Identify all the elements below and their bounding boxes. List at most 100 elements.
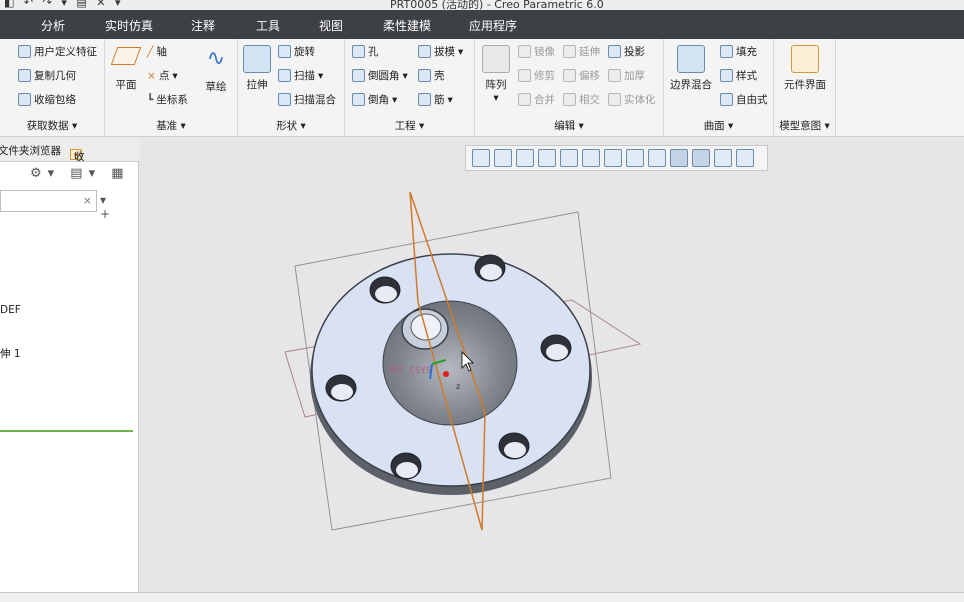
graphics-toolbar bbox=[465, 145, 768, 171]
project-icon bbox=[608, 45, 621, 58]
tab-analysis[interactable]: 分析 bbox=[41, 17, 65, 34]
trim-icon bbox=[518, 69, 531, 82]
copy-geometry-button[interactable]: 复制几何 bbox=[18, 68, 76, 83]
style-icon bbox=[720, 69, 733, 82]
saved-orientations-icon[interactable] bbox=[582, 149, 600, 167]
draft-button[interactable]: 拔模 ▾ bbox=[418, 44, 463, 59]
round-icon bbox=[352, 69, 365, 82]
csys-button[interactable]: ┗ 坐标系 bbox=[147, 92, 188, 107]
hub-dish[interactable] bbox=[382, 300, 518, 426]
plane-button[interactable]: 平面 bbox=[110, 47, 142, 92]
group-label-model-intent[interactable]: 模型意图 ▾ bbox=[774, 118, 835, 133]
view-manager-icon[interactable] bbox=[604, 149, 622, 167]
chamfer-button[interactable]: 倒角 ▾ bbox=[352, 92, 397, 107]
freestyle-button[interactable]: 自由式 bbox=[720, 92, 768, 107]
group-label-surfaces[interactable]: 曲面 ▾ bbox=[664, 118, 773, 133]
round-button[interactable]: 倒圆角 ▾ bbox=[352, 68, 408, 83]
shrinkwrap-icon bbox=[18, 93, 31, 106]
model-tree-panel: ⚙▾ ▤▾ ▦ × ▾ + DEF 伸 1 bbox=[0, 162, 139, 592]
graphics-area[interactable]: PRT_CSYS z bbox=[140, 172, 964, 592]
hole-icon bbox=[352, 45, 365, 58]
mirror-button[interactable]: 镜像 bbox=[518, 44, 555, 59]
group-label-shapes[interactable]: 形状 ▾ bbox=[238, 118, 344, 133]
model-view[interactable]: PRT_CSYS z bbox=[140, 172, 964, 592]
swept-blend-button[interactable]: 扫描混合 bbox=[278, 92, 336, 107]
tab-tools[interactable]: 工具 bbox=[256, 17, 280, 34]
offset-button[interactable]: 偏移 bbox=[563, 68, 600, 83]
tab-applications[interactable]: 应用程序 bbox=[469, 17, 517, 34]
repaint-icon[interactable] bbox=[538, 149, 556, 167]
tree-search-input[interactable]: × bbox=[0, 190, 97, 212]
project-button[interactable]: 投影 bbox=[608, 44, 645, 59]
group-label-engineering[interactable]: 工程 ▾ bbox=[345, 118, 474, 133]
point-button[interactable]: × 点 ▾ bbox=[147, 68, 178, 83]
annotation-display-icon[interactable] bbox=[714, 149, 732, 167]
tab-view[interactable]: 视图 bbox=[319, 17, 343, 34]
hole-button[interactable]: 孔 bbox=[352, 44, 379, 59]
tree-item-feature-1[interactable]: 伸 1 bbox=[0, 346, 21, 361]
style-button[interactable]: 样式 bbox=[720, 68, 757, 83]
tree-item-def[interactable]: DEF bbox=[0, 304, 21, 316]
status-bar bbox=[0, 592, 964, 602]
shrinkwrap-button[interactable]: 收缩包络 bbox=[18, 92, 76, 107]
spin-center-icon[interactable] bbox=[736, 149, 754, 167]
pattern-button[interactable]: 阵列 ▾ bbox=[481, 45, 511, 104]
group-get-data: 用户定义特征 复制几何 收缩包络 获取数据 ▾ bbox=[0, 39, 105, 137]
freestyle-icon bbox=[720, 93, 733, 106]
clear-icon[interactable]: × bbox=[83, 194, 92, 207]
boundary-blend-button[interactable]: 边界混合 bbox=[668, 45, 714, 92]
display-style-icon[interactable] bbox=[560, 149, 578, 167]
tab-live-simulation[interactable]: 实时仿真 bbox=[105, 17, 153, 34]
chamfer-icon bbox=[352, 93, 365, 106]
component-interface-button[interactable]: 元件界面 bbox=[778, 45, 832, 92]
rib-button[interactable]: 筋 ▾ bbox=[418, 92, 453, 107]
pattern-icon bbox=[482, 45, 510, 73]
udf-icon bbox=[18, 45, 31, 58]
solidify-button[interactable]: 实体化 bbox=[608, 92, 656, 107]
udf-button[interactable]: 用户定义特征 bbox=[18, 44, 97, 59]
merge-button[interactable]: 合并 bbox=[518, 92, 555, 107]
csys-icon: ┗ bbox=[147, 93, 154, 106]
ribbon: 用户定义特征 复制几何 收缩包络 获取数据 ▾ 平面 ╱ 轴 × 点 ▾ ┗ 坐标系 … bbox=[0, 39, 964, 137]
group-surfaces: 边界混合 填充 样式 自由式 曲面 ▾ bbox=[664, 39, 774, 137]
offset-icon bbox=[563, 69, 576, 82]
rib-icon bbox=[418, 93, 431, 106]
draft-icon bbox=[418, 45, 431, 58]
extrude-icon bbox=[243, 45, 271, 73]
sweep-button[interactable]: 扫描 ▾ bbox=[278, 68, 323, 83]
axis-button[interactable]: ╱ 轴 bbox=[147, 44, 167, 59]
group-label-get-data[interactable]: 获取数据 ▾ bbox=[0, 118, 104, 133]
tab-folder-browser[interactable]: 文件夹浏览器 bbox=[0, 143, 61, 158]
boundary-blend-icon bbox=[677, 45, 705, 73]
swept-blend-icon bbox=[278, 93, 291, 106]
group-label-editing[interactable]: 编辑 ▾ bbox=[475, 118, 663, 133]
refit-icon[interactable] bbox=[472, 149, 490, 167]
tab-flexible-modeling[interactable]: 柔性建模 bbox=[383, 17, 431, 34]
zoom-out-icon[interactable] bbox=[516, 149, 534, 167]
zoom-in-icon[interactable] bbox=[494, 149, 512, 167]
extrude-button[interactable]: 拉伸 bbox=[242, 45, 272, 92]
datum-display-filters-icon[interactable] bbox=[648, 149, 666, 167]
sketch-button[interactable]: ∿ 草绘 bbox=[201, 45, 231, 94]
group-editing: 阵列 ▾ 镜像 修剪 合并 延伸 偏移 相交 投影 加厚 实体化 编辑 ▾ bbox=[475, 39, 664, 137]
trim-button[interactable]: 修剪 bbox=[518, 68, 555, 83]
tree-tools-toolbar[interactable]: ⚙▾ ▤▾ ▦ bbox=[30, 166, 130, 181]
shell-button[interactable]: 壳 bbox=[418, 68, 445, 83]
axis-display-icon[interactable] bbox=[692, 149, 710, 167]
tree-filter-controls[interactable]: ▾ + bbox=[100, 193, 138, 221]
perspective-icon[interactable] bbox=[626, 149, 644, 167]
fill-button[interactable]: 填充 bbox=[720, 44, 757, 59]
extend-button[interactable]: 延伸 bbox=[563, 44, 600, 59]
tab-annotate[interactable]: 注释 bbox=[191, 17, 215, 34]
solidify-icon bbox=[608, 93, 621, 106]
quick-access-toolbar[interactable]: ◧ ↶ ↷ ▾ ▤ ✕ ▾ bbox=[4, 0, 123, 9]
revolve-button[interactable]: 旋转 bbox=[278, 44, 315, 59]
thicken-button[interactable]: 加厚 bbox=[608, 68, 645, 83]
group-label-datum[interactable]: 基准 ▾ bbox=[105, 118, 237, 133]
point-icon: × bbox=[147, 69, 156, 82]
plane-display-icon[interactable] bbox=[670, 149, 688, 167]
insert-here-indicator[interactable] bbox=[0, 430, 133, 432]
hub-bore[interactable] bbox=[410, 313, 442, 341]
intersect-button[interactable]: 相交 bbox=[563, 92, 600, 107]
copy-geometry-icon bbox=[18, 69, 31, 82]
